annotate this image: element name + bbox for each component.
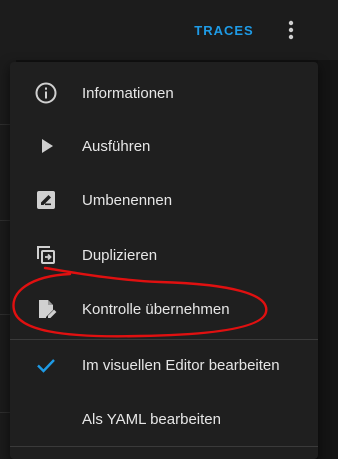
file-edit-icon (32, 295, 60, 323)
menu-item-label: Informationen (82, 84, 174, 102)
more-vertical-icon (288, 20, 294, 40)
page: TRACES Informationen Ausführen Umbenenne… (0, 0, 338, 459)
menu-item-label: Als YAML bearbeiten (82, 410, 221, 428)
menu-divider (10, 446, 318, 447)
menu-item-label: Im visuellen Editor bearbeiten (82, 356, 280, 374)
menu-item-umbenennen[interactable]: Umbenennen (10, 173, 318, 227)
menu-item-label: Ausführen (82, 137, 151, 155)
traces-button[interactable]: TRACES (186, 16, 262, 44)
menu-item-kontrolle-uebernehmen[interactable]: Kontrolle übernehmen (10, 282, 318, 336)
menu-item-duplizieren[interactable]: Duplizieren (10, 228, 318, 282)
check-icon (32, 351, 60, 379)
rename-icon (32, 186, 60, 214)
app-toolbar: TRACES (0, 0, 338, 60)
background-card-right (318, 60, 338, 459)
overflow-menu: Informationen Ausführen Umbenennen Dupli… (10, 62, 318, 459)
more-menu-button[interactable] (276, 14, 306, 46)
menu-item-label: Duplizieren (82, 246, 158, 264)
duplicate-icon (32, 241, 60, 269)
menu-item-label: Kontrolle übernehmen (82, 300, 230, 318)
menu-item-visual-editor[interactable]: Im visuellen Editor bearbeiten (10, 338, 318, 392)
menu-item-ausfuehren[interactable]: Ausführen (10, 119, 318, 173)
menu-item-label: Umbenennen (82, 191, 173, 209)
menu-item-yaml-editor[interactable]: Als YAML bearbeiten (10, 392, 318, 446)
play-icon (32, 132, 60, 160)
info-icon (32, 79, 60, 107)
menu-item-informationen[interactable]: Informationen (10, 66, 318, 120)
